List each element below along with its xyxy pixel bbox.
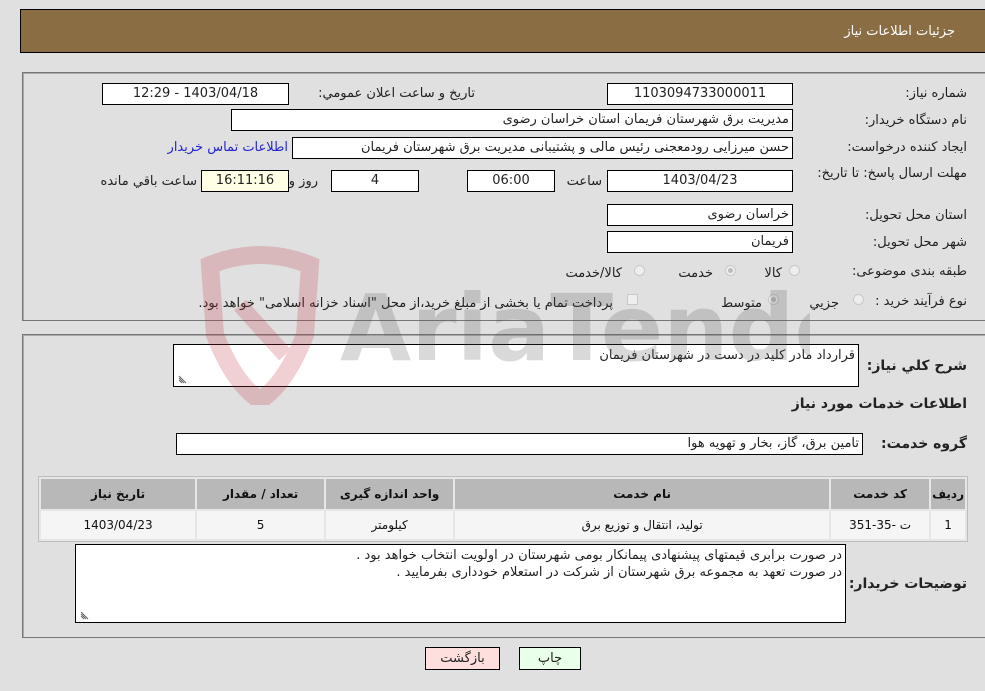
deadline-date-field: 1403/04/23 [607,170,793,192]
col-row-number: ردیف [931,479,965,509]
days-label: روز و [288,174,318,189]
category-goods-radio[interactable] [789,265,800,276]
process-label: نوع فرآیند خرید : [875,294,967,309]
cell-need-date: 1403/04/23 [41,511,196,539]
city-label: شهر محل تحویل: [872,235,967,250]
category-goods-label: کالا [764,266,782,281]
buyer-notes-label: توضیحات خریدار: [848,576,967,592]
need-number-label: شماره نیاز: [905,86,967,101]
summary-textarea[interactable]: قرارداد مادر کلید در دست در شهرستان فریم… [173,344,859,387]
cell-row-number: 1 [931,511,965,539]
category-goods-service-label: کالا/خدمت [565,266,622,281]
back-button[interactable]: بازگشت [425,647,500,670]
cell-quantity: 5 [197,511,325,539]
buyer-notes-line-1: در صورت برابری قیمتهای پیشنهادی پیمانکار… [356,548,842,563]
city-field: فریمان [607,231,793,253]
announce-datetime-field: 1403/04/18 - 12:29 [102,83,289,105]
deadline-label: مهلت ارسال پاسخ: تا تاریخ: [817,166,967,181]
col-unit: واحد اندازه گیری [326,479,454,509]
page-header: جزئیات اطلاعات نیاز [20,9,985,53]
services-heading: اطلاعات خدمات مورد نیاز [791,396,967,412]
resize-grip-icon[interactable] [177,374,187,384]
resize-grip-icon[interactable] [79,610,89,620]
process-minor-radio[interactable] [853,294,864,305]
col-service-name: نام خدمت [455,479,830,509]
announce-label: تاریخ و ساعت اعلان عمومي: [318,86,475,101]
remaining-time-label: ساعت باقي مانده [100,174,197,189]
buyer-org-field: مدیریت برق شهرستان فریمان استان خراسان ر… [231,109,793,131]
creator-field: حسن میرزایی رودمعجنی رئیس مالی و پشتیبان… [292,137,793,159]
days-remaining-field: 4 [331,170,419,192]
need-number-field: 1103094733000011 [607,83,793,105]
remaining-time-field: 16:11:16 [201,170,289,192]
col-quantity: تعداد / مقدار [197,479,325,509]
services-table-wrapper: ردیف کد خدمت نام خدمت واحد اندازه گیری ت… [38,476,968,542]
buyer-org-label: نام دستگاه خریدار: [864,113,967,128]
col-need-date: تاریخ نیاز [41,479,196,509]
process-medium-radio[interactable] [768,294,779,305]
creator-label: ایجاد کننده درخواست: [847,140,967,155]
col-service-code: کد خدمت [831,479,930,509]
cell-service-code: ت -35-351 [831,511,930,539]
print-button[interactable]: چاپ [519,647,581,670]
category-service-label: خدمت [678,266,713,281]
category-service-radio[interactable] [725,265,736,276]
page-title: جزئیات اطلاعات نیاز [844,24,955,39]
province-label: استان محل تحویل: [865,208,967,223]
buyer-notes-textarea[interactable]: در صورت برابری قیمتهای پیشنهادی پیمانکار… [75,544,846,623]
treasury-note: پرداخت تمام یا بخشی از مبلغ خرید،از محل … [198,296,613,311]
table-header-row: ردیف کد خدمت نام خدمت واحد اندازه گیری ت… [41,479,965,509]
process-medium-label: متوسط [721,296,762,311]
treasury-checkbox[interactable] [627,294,638,305]
category-label: طبقه بندی موضوعی: [851,264,967,279]
summary-text: قرارداد مادر کلید در دست در شهرستان فریم… [599,348,855,363]
service-group-label: گروه خدمت: [881,436,967,452]
process-minor-label: جزيي [809,296,839,311]
buyer-notes-line-2: در صورت تعهد به مجموعه برق شهرستان از شر… [396,565,842,580]
deadline-time-label: ساعت [566,174,602,189]
province-field: خراسان رضوی [607,204,793,226]
summary-label: شرح کلي نیاز: [866,358,967,374]
buyer-contact-link[interactable]: اطلاعات تماس خریدار [168,140,288,155]
cell-service-name: تولید، انتقال و توزیع برق [455,511,830,539]
table-row: 1 ت -35-351 تولید، انتقال و توزیع برق کی… [41,511,965,539]
category-goods-service-radio[interactable] [634,265,645,276]
services-table: ردیف کد خدمت نام خدمت واحد اندازه گیری ت… [38,476,968,542]
service-group-field: تامین برق، گاز، بخار و تهویه هوا [176,433,863,455]
cell-unit: کیلومتر [326,511,454,539]
deadline-time-field: 06:00 [467,170,555,192]
